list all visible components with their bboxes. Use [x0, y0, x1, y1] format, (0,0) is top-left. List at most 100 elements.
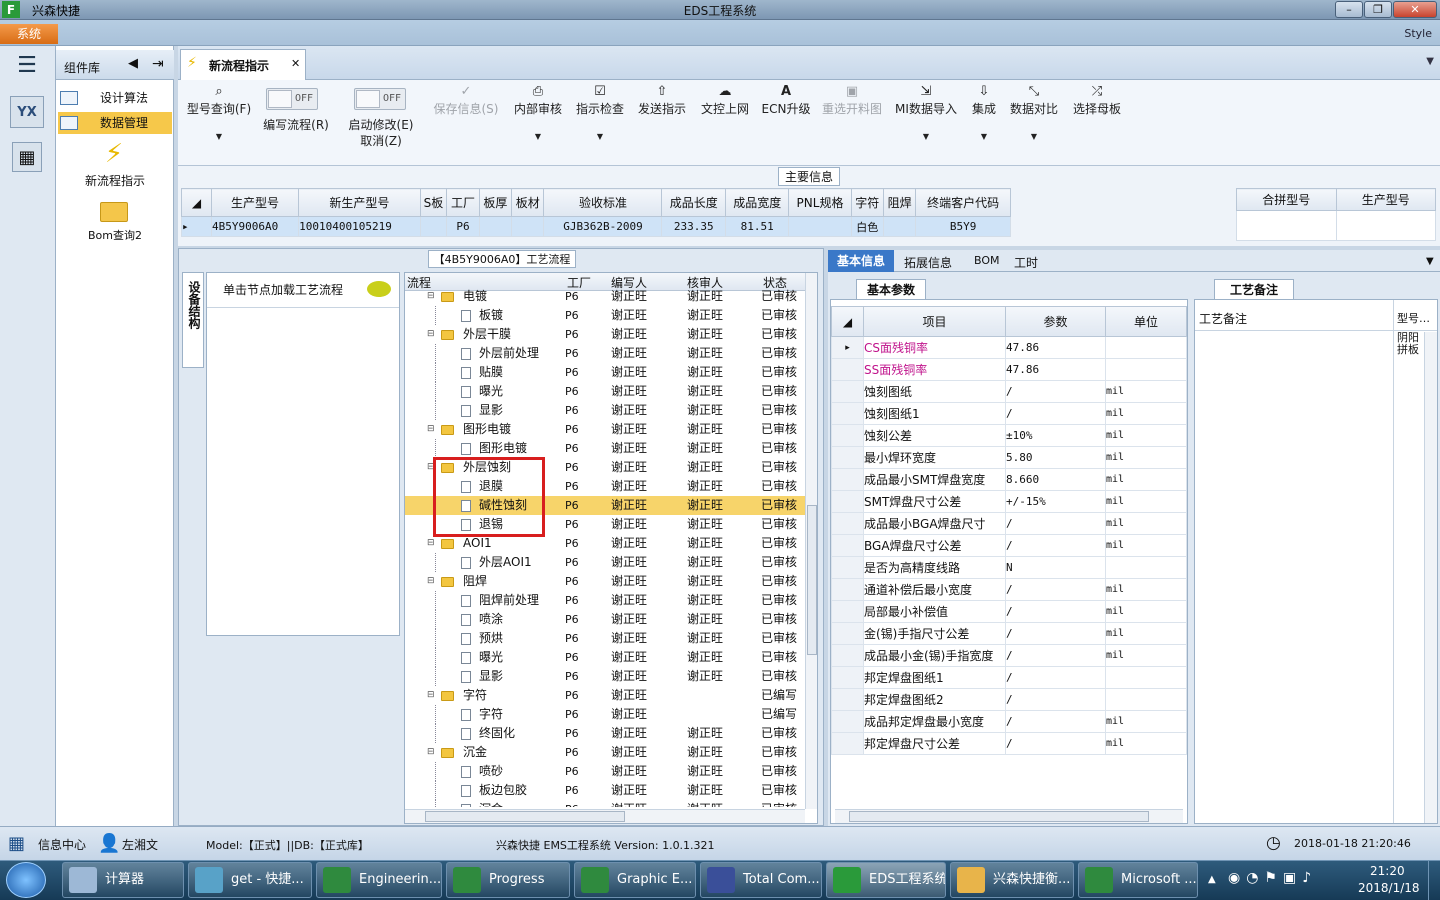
param-value[interactable]: / [1005, 688, 1106, 711]
tree-node-row[interactable]: 阻焊前处理 P6 谢正旺 谢正旺 已审核 [405, 591, 805, 610]
horizontal-scrollbar[interactable] [405, 809, 805, 823]
param-value[interactable]: / [1005, 578, 1106, 601]
collapse-toggle-icon[interactable]: ⊟ [427, 325, 435, 344]
notes-value[interactable]: 阴阳拼板 [1397, 332, 1423, 356]
integrate-button[interactable]: ⇩ 集成 ▼ [966, 84, 1002, 144]
collapse-toggle-icon[interactable]: ⊟ [427, 686, 435, 705]
cell[interactable] [511, 216, 545, 237]
style-menu[interactable]: Style [1404, 27, 1432, 40]
param-item[interactable]: 最小焊环宽度 [863, 446, 1006, 469]
data-compare-button[interactable]: ⤡ 数据对比 ▼ [1008, 84, 1060, 144]
param-value[interactable]: N [1005, 556, 1106, 579]
save-info-button[interactable]: ✓ 保存信息(S) [428, 84, 504, 117]
task-get-quick[interactable]: get - 快捷... [188, 862, 312, 898]
calculator-module-icon[interactable]: ▦ [12, 142, 42, 172]
params-tab[interactable]: 基本参数 [856, 279, 926, 299]
param-value[interactable]: / [1005, 402, 1106, 425]
param-item[interactable]: 蚀刻图纸 [863, 380, 1006, 403]
param-item[interactable]: 成品邦定焊盘最小宽度 [863, 710, 1006, 733]
tree-node-row[interactable]: 显影 P6 谢正旺 谢正旺 已审核 [405, 667, 805, 686]
param-unit[interactable] [1105, 358, 1187, 381]
pin-icon[interactable]: ⇥ [152, 56, 164, 72]
table-row[interactable]: 通道补偿后最小宽度 / mil [831, 578, 1187, 601]
param-unit[interactable]: mil [1105, 578, 1187, 601]
write-flow-toggle[interactable]: OFF [266, 88, 318, 110]
cell[interactable]: 白色 [850, 216, 884, 237]
column-header[interactable]: 成品宽度 [724, 188, 790, 217]
maximize-button[interactable]: ❐ [1364, 1, 1392, 18]
task-microsoft[interactable]: Microsoft ... [1078, 862, 1198, 898]
param-unit[interactable]: mil [1105, 600, 1187, 623]
cell[interactable]: GJB362B-2009 [543, 216, 663, 237]
param-value[interactable]: / [1005, 380, 1106, 403]
table-row[interactable]: 邦定焊盘图纸2/ [831, 688, 1187, 711]
collapse-toggle-icon[interactable]: ⊟ [427, 287, 435, 306]
collapse-toggle-icon[interactable]: ⊟ [427, 420, 435, 439]
param-unit[interactable]: mil [1105, 534, 1187, 557]
params-table[interactable]: ◢ 项目 参数 单位 ▸ CS面残铜率 47.86 SS面残铜率 47.86 蚀刻图纸 / m… [831, 306, 1187, 755]
column-header[interactable]: S板 [419, 188, 448, 217]
side-tab-equipment-structure[interactable]: 设备结构 [182, 272, 204, 368]
table-row[interactable]: 邦定焊盘图纸1/ [831, 666, 1187, 689]
table-row[interactable]: 蚀刻图纸 / mil [831, 380, 1187, 403]
column-header[interactable]: 验收标准 [543, 188, 663, 217]
param-item[interactable]: BGA焊盘尺寸公差 [863, 534, 1006, 557]
send-instruction-button[interactable]: ⇧ 发送指示 [634, 84, 690, 117]
table-row[interactable]: 蚀刻公差 ±10% mil [831, 424, 1187, 447]
tray-expand-icon[interactable]: ▲ [1208, 874, 1216, 885]
param-value[interactable]: / [1005, 622, 1106, 645]
param-unit[interactable]: mil [1105, 622, 1187, 645]
ecn-upgrade-button[interactable]: A ECN升级 [760, 84, 812, 117]
column-header[interactable]: 板厚 [478, 188, 513, 217]
tree-node-row[interactable]: 外层前处理 P6 谢正旺 谢正旺 已审核 [405, 344, 805, 363]
instruction-check-button[interactable]: ☑ 指示检查 ▼ [572, 84, 628, 144]
minimize-button[interactable]: – [1335, 1, 1363, 18]
param-value[interactable]: +/-15% [1005, 490, 1106, 513]
param-item[interactable]: 邦定焊盘尺寸公差 [863, 732, 1006, 755]
column-header[interactable]: 终端客户代码 [915, 188, 1011, 217]
table-row[interactable]: 蚀刻图纸1/mil [831, 402, 1187, 425]
column-header[interactable]: 新生产型号 [298, 188, 421, 217]
model-query-button[interactable]: ⌕ 型号查询(F) ▼ [184, 84, 254, 144]
tree-node-row[interactable]: 板镀 P6 谢正旺 谢正旺 已审核 [405, 306, 805, 325]
table-row[interactable]: SS面残铜率 47.86 [831, 358, 1187, 381]
table-row[interactable]: 成品邦定焊盘最小宽度 / mil [831, 710, 1187, 733]
tree-node-row[interactable]: 曝光 P6 谢正旺 谢正旺 已审核 [405, 648, 805, 667]
param-unit[interactable]: mil [1105, 490, 1187, 513]
task-calculator[interactable]: 计算器 [62, 862, 184, 898]
cell[interactable] [478, 216, 513, 237]
param-item[interactable]: 成品最小金(锡)手指宽度 [863, 644, 1006, 667]
cell[interactable]: P6 [446, 216, 480, 237]
param-item[interactable]: 局部最小补偿值 [863, 600, 1006, 623]
param-value[interactable]: / [1005, 710, 1106, 733]
tab-list-dropdown-icon[interactable]: ▼ [1426, 56, 1434, 67]
lightning-icon[interactable]: ⚡ [100, 138, 128, 170]
table-row[interactable]: ▸ CS面残铜率 47.86 [831, 336, 1187, 359]
param-value[interactable]: 47.86 [1005, 336, 1106, 359]
param-unit[interactable]: mil [1105, 644, 1187, 667]
param-item[interactable]: SS面残铜率 [863, 358, 1006, 381]
column-header[interactable]: 阻焊 [882, 188, 917, 217]
tree-node-row[interactable]: 图形电镀 P6 谢正旺 谢正旺 已审核 [405, 439, 805, 458]
tree-group-row[interactable]: ⊟ 阻焊 P6 谢正旺 谢正旺 已审核 [405, 572, 805, 591]
param-value[interactable]: / [1005, 600, 1106, 623]
param-value[interactable]: 47.86 [1005, 358, 1106, 381]
column-header[interactable]: 字符 [850, 188, 884, 217]
column-header[interactable]: 合拼型号 [1236, 188, 1337, 211]
tree-node-row[interactable]: 贴膜 P6 谢正旺 谢正旺 已审核 [405, 363, 805, 382]
tab-extended-info[interactable]: 拓展信息 [904, 254, 952, 271]
detail-tab-dropdown-icon[interactable]: ▼ [1426, 256, 1434, 267]
param-item[interactable]: 通道补偿后最小宽度 [863, 578, 1006, 601]
collapse-toggle-icon[interactable]: ⊟ [427, 743, 435, 762]
param-unit[interactable]: mil [1105, 468, 1187, 491]
column-header[interactable]: 单位 [1105, 306, 1187, 337]
table-row[interactable]: SMT焊盘尺寸公差 +/-15% mil [831, 490, 1187, 513]
param-value[interactable]: / [1005, 666, 1106, 689]
column-header[interactable]: 参数 [1005, 306, 1106, 337]
cell[interactable] [788, 216, 852, 237]
table-row[interactable]: 成品最小BGA焊盘尺寸 / mil [831, 512, 1187, 535]
param-value[interactable]: 5.80 [1005, 446, 1106, 469]
tree-node-row[interactable]: 曝光 P6 谢正旺 谢正旺 已审核 [405, 382, 805, 401]
tab-new-flow-instruction[interactable]: ⚡ 新流程指示 ✕ [180, 49, 306, 80]
param-item[interactable]: 是否为高精度线路 [863, 556, 1006, 579]
